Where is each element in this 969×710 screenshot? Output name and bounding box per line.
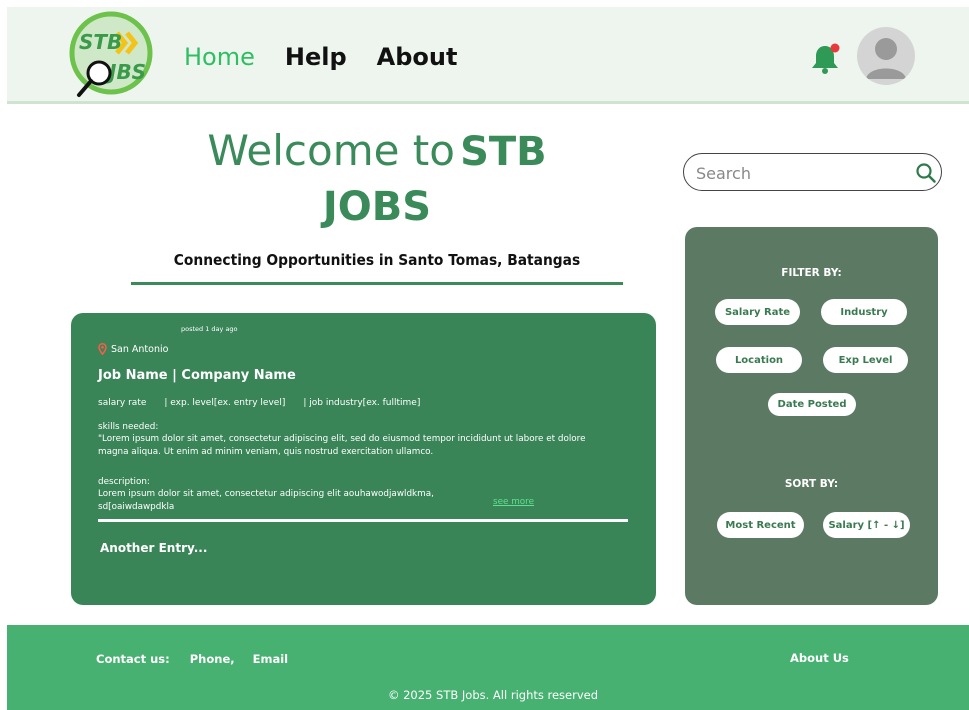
job-industry: | job industry[ex. fulltime] (303, 398, 421, 408)
job-listings-card: posted 1 day ago San Antonio Job Name | … (71, 313, 656, 605)
tagline-divider (131, 282, 623, 285)
location-label: San Antonio (111, 343, 169, 355)
salary-rate: salary rate (98, 398, 147, 408)
sort-salary-button[interactable]: Salary [↑ - ↓] (823, 512, 910, 538)
skills-needed: skills needed: "Lorem ipsum dolor sit am… (98, 421, 588, 458)
filter-exp-level-button[interactable]: Exp Level (823, 347, 908, 373)
filter-industry-button[interactable]: Industry (821, 299, 907, 325)
filter-panel: FILTER BY: Salary Rate Industry Location… (685, 227, 938, 605)
exp-level: | exp. level[ex. entry level] (164, 398, 286, 408)
brand-jobs: JOBS (322, 183, 432, 230)
nav-about-link[interactable]: About (377, 43, 458, 71)
see-more-link[interactable]: see more (493, 497, 534, 507)
skills-label: skills needed: (98, 422, 159, 432)
notification-bell-icon[interactable] (810, 42, 840, 74)
about-us-link[interactable]: About Us (790, 651, 849, 665)
search-input[interactable] (696, 161, 906, 185)
entry-divider (98, 519, 628, 522)
main-nav: Home Help About (184, 43, 457, 71)
job-title[interactable]: Job Name | Company Name (98, 368, 296, 383)
footer: Contact us: Phone, Email About Us © 2025… (7, 625, 969, 710)
filter-location-button[interactable]: Location (716, 347, 802, 373)
copyright: © 2025 STB Jobs. All rights reserved (387, 688, 599, 702)
nav-home-link[interactable]: Home (184, 43, 255, 71)
welcome-prefix: Welcome to (207, 126, 455, 175)
posted-time: posted 1 day ago (181, 325, 238, 333)
search-icon[interactable] (915, 162, 937, 184)
filter-title: FILTER BY: (781, 267, 842, 279)
map-pin-icon (98, 343, 107, 355)
filter-date-posted-button[interactable]: Date Posted (768, 393, 856, 416)
job-description: description: Lorem ipsum dolor sit amet,… (98, 476, 478, 513)
description-label: description: (98, 477, 150, 487)
phone-link[interactable]: Phone, (190, 652, 235, 666)
svg-text:STB: STB (79, 30, 122, 54)
stb-jobs-logo[interactable]: STB JBS (65, 11, 157, 101)
filter-salary-rate-button[interactable]: Salary Rate (715, 299, 800, 325)
brand-stb: STB (460, 129, 547, 175)
header: STB JBS Home Help About (7, 7, 969, 104)
nav-help-link[interactable]: Help (285, 43, 347, 71)
contact-label: Contact us: (96, 652, 170, 666)
description-text: Lorem ipsum dolor sit amet, consectetur … (98, 489, 434, 512)
tagline: Connecting Opportunities in Santo Tomas,… (173, 251, 581, 269)
email-link[interactable]: Email (253, 652, 288, 666)
job-meta: salary rate | exp. level[ex. entry level… (98, 398, 420, 408)
search-box (683, 153, 942, 191)
user-avatar-icon (866, 38, 906, 79)
user-avatar[interactable] (857, 27, 915, 85)
contact-us: Contact us: Phone, Email (96, 652, 288, 666)
sort-title: SORT BY: (784, 478, 839, 490)
job-location: San Antonio (98, 343, 168, 355)
sort-most-recent-button[interactable]: Most Recent (717, 512, 804, 538)
skills-text: "Lorem ipsum dolor sit amet, consectetur… (98, 434, 586, 457)
welcome-heading: Welcome to STB JOBS (130, 123, 624, 234)
another-entry[interactable]: Another Entry... (100, 541, 207, 555)
